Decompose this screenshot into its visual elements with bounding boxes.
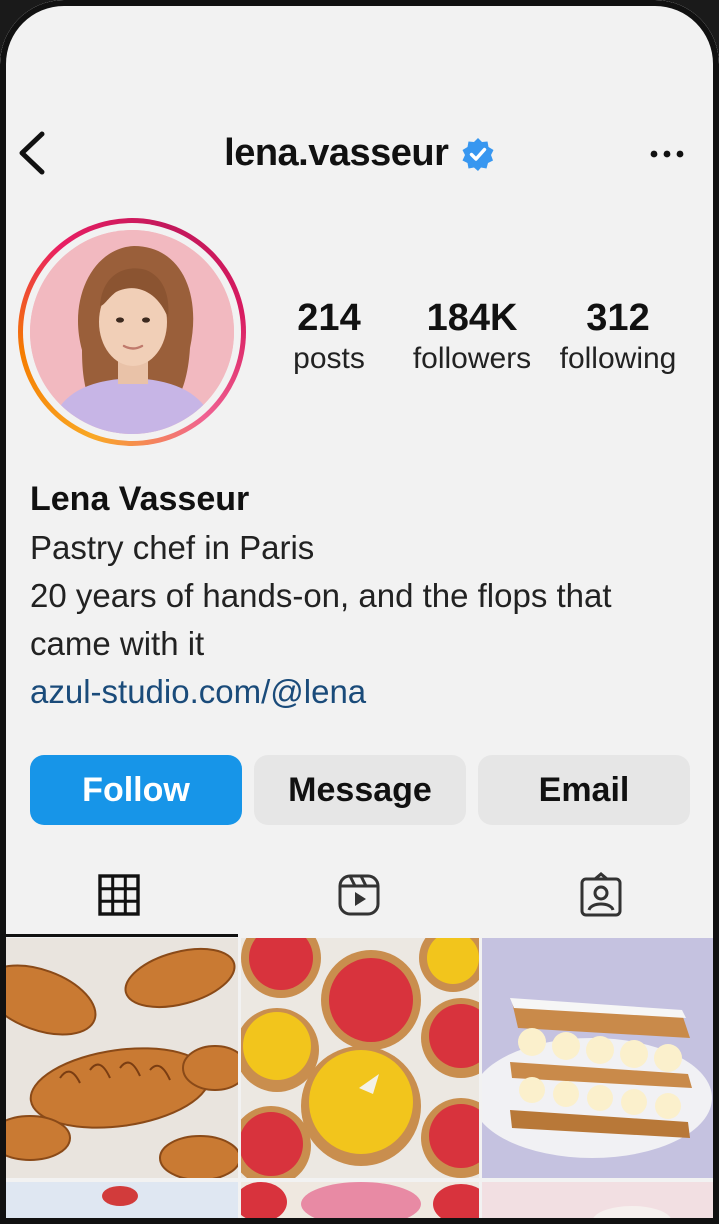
- top-bar: lena.vasseur: [0, 108, 719, 198]
- post-thumbnail[interactable]: [482, 1182, 719, 1224]
- bio-line: Pastry chef in Paris: [30, 529, 315, 566]
- email-button[interactable]: Email: [478, 755, 690, 825]
- active-tab-indicator: [0, 934, 238, 937]
- bio-line: 20 years of hands-on, and the flops that: [30, 577, 612, 614]
- more-options-icon[interactable]: [647, 134, 687, 174]
- stat-posts[interactable]: 214 posts: [276, 296, 382, 378]
- stat-value: 312: [586, 297, 650, 339]
- stat-label: followers: [412, 342, 532, 375]
- content-tabs: [0, 860, 719, 938]
- stat-following[interactable]: 312 following: [552, 296, 684, 378]
- tagged-icon[interactable]: [578, 872, 624, 918]
- title-wrap: lena.vasseur: [0, 132, 719, 175]
- follow-button[interactable]: Follow: [30, 755, 242, 825]
- profile-stats: 214 posts 184K followers 312 following: [276, 296, 696, 386]
- post-thumbnail[interactable]: [0, 1182, 238, 1224]
- post-thumbnail[interactable]: [0, 938, 238, 1178]
- post-thumbnail[interactable]: [482, 938, 719, 1178]
- stat-value: 184K: [426, 297, 518, 339]
- profile-link[interactable]: azul-studio.com/@lena: [30, 668, 700, 716]
- post-thumbnail[interactable]: [241, 1182, 479, 1224]
- username-title: lena.vasseur: [224, 132, 449, 174]
- post-thumbnail[interactable]: [241, 938, 479, 1178]
- story-ring[interactable]: [18, 218, 246, 446]
- stat-value: 214: [297, 297, 361, 339]
- bio-line: came with it: [30, 625, 205, 662]
- verified-badge-icon: [462, 137, 494, 171]
- stat-label: posts: [293, 342, 365, 375]
- message-button[interactable]: Message: [254, 755, 466, 825]
- display-name: Lena Vasseur: [30, 480, 250, 518]
- avatar: [30, 230, 234, 434]
- profile-screen: lena.vasseur 214 posts 184K followers 31…: [0, 0, 719, 1224]
- bio-section: Lena Vasseur Pastry chef in Paris 20 yea…: [30, 474, 700, 716]
- stat-label: following: [559, 342, 677, 375]
- reels-icon[interactable]: [336, 872, 382, 918]
- posts-grid: [0, 938, 719, 1224]
- grid-icon[interactable]: [96, 872, 142, 918]
- stat-followers[interactable]: 184K followers: [404, 296, 540, 378]
